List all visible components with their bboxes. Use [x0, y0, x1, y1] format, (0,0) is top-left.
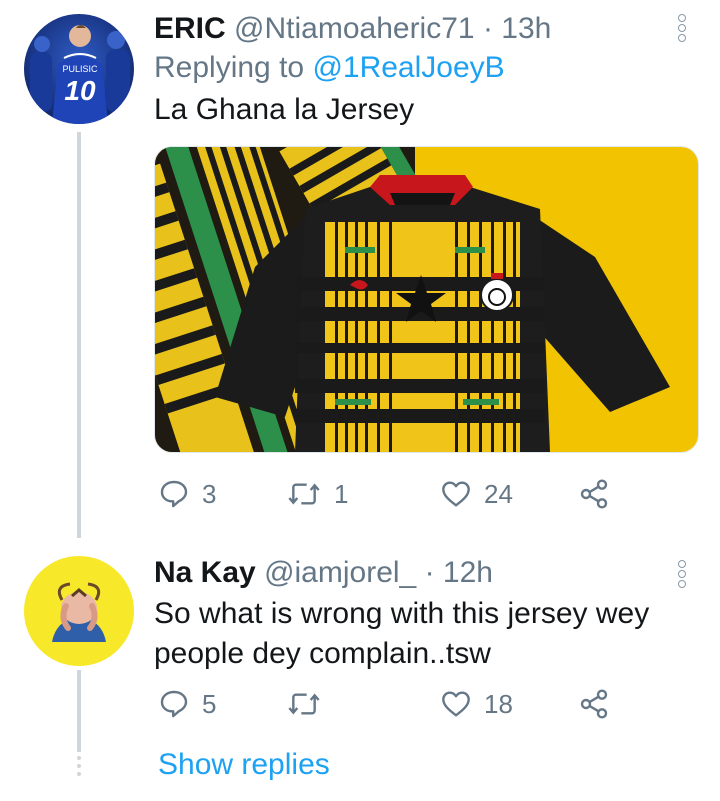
- tweet-image-jersey[interactable]: [154, 146, 699, 453]
- separator-dot: ·: [482, 12, 493, 45]
- author-handle[interactable]: @Ntiamoaheric71: [234, 12, 475, 45]
- separator-dot: ·: [424, 556, 435, 589]
- timestamp[interactable]: 13h: [501, 12, 551, 45]
- avatar-image: 10 PULISIC: [24, 14, 134, 124]
- retweet-count: 1: [334, 478, 349, 509]
- tweet-header: ERIC @Ntiamoaheric71 · 13h: [154, 10, 680, 48]
- tweet-content: ERIC @Ntiamoaheric71 · 13h Replying to @…: [154, 10, 680, 130]
- share-button[interactable]: [578, 474, 610, 514]
- author-handle[interactable]: @iamjorel_: [264, 556, 416, 589]
- tweet-text: So what is wrong with this jersey wey pe…: [154, 597, 650, 670]
- share-icon: [580, 479, 608, 509]
- retweet-button[interactable]: [286, 684, 334, 724]
- svg-text:PULISIC: PULISIC: [62, 64, 98, 74]
- thread-line: [77, 670, 81, 752]
- thread-line: [77, 132, 81, 538]
- share-button[interactable]: [578, 684, 610, 724]
- mention-link[interactable]: @1RealJoeyB: [312, 51, 504, 84]
- show-replies-link[interactable]: Show replies: [158, 748, 330, 782]
- retweet-icon: [288, 693, 320, 715]
- reply-count: 3: [202, 478, 217, 509]
- more-options-icon[interactable]: [678, 560, 690, 590]
- heart-icon: [442, 691, 470, 717]
- retweet-icon: [288, 483, 320, 505]
- tweet-actions: 5 18: [154, 684, 624, 724]
- retweet-button[interactable]: 1: [286, 474, 348, 514]
- jersey-image: [155, 147, 698, 452]
- replying-to: Replying to @1RealJoeyB: [154, 48, 680, 88]
- tweet-header: Na Kay @iamjorel_ · 12h: [154, 554, 680, 592]
- reply-icon: [160, 690, 188, 718]
- svg-text:10: 10: [64, 75, 96, 106]
- avatar[interactable]: [24, 556, 134, 666]
- thread-more-dots: [75, 756, 83, 780]
- avatar-image: [24, 556, 134, 666]
- like-count: 18: [484, 688, 513, 719]
- tweet-content: Na Kay @iamjorel_ · 12h So what is wrong…: [154, 554, 680, 674]
- author-name[interactable]: Na Kay: [154, 556, 256, 589]
- share-icon: [580, 689, 608, 719]
- reply-button[interactable]: 5: [158, 684, 216, 724]
- like-count: 24: [484, 478, 513, 509]
- tweet-na-kay[interactable]: Na Kay @iamjorel_ · 12h So what is wrong…: [0, 538, 720, 801]
- author-name[interactable]: ERIC: [154, 12, 226, 45]
- reply-count: 5: [202, 688, 217, 719]
- avatar[interactable]: 10 PULISIC: [24, 14, 134, 124]
- like-button[interactable]: 18: [440, 684, 513, 724]
- like-button[interactable]: 24: [440, 474, 513, 514]
- more-options-icon[interactable]: [678, 14, 690, 44]
- tweet-actions: 3 1 24: [154, 474, 624, 514]
- reply-button[interactable]: 3: [158, 474, 216, 514]
- timestamp[interactable]: 12h: [443, 556, 493, 589]
- tweet-text: La Ghana la Jersey: [154, 93, 415, 126]
- replying-prefix: Replying to: [154, 51, 305, 84]
- heart-icon: [442, 481, 470, 507]
- tweet-eric[interactable]: 10 PULISIC ERIC @Ntiamoaheric71 · 13h Re…: [0, 0, 720, 538]
- reply-icon: [160, 480, 188, 508]
